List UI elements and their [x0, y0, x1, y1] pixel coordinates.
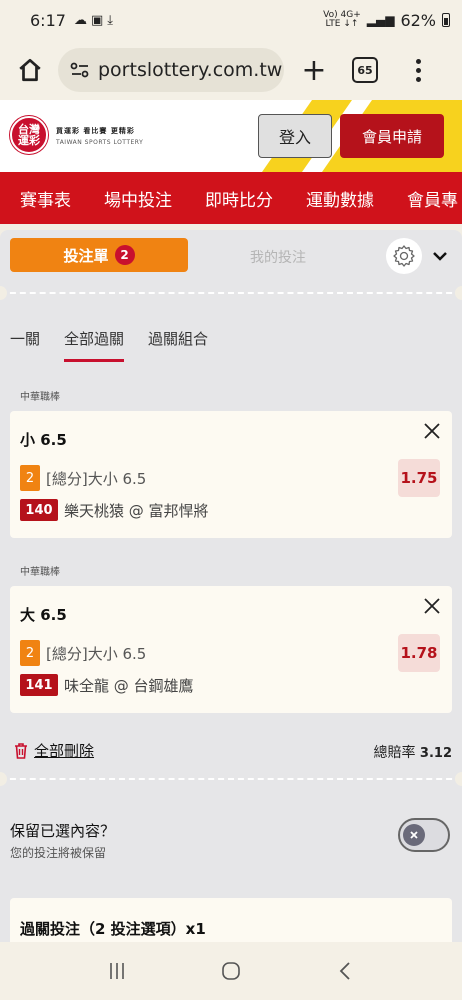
- tab-my-bets[interactable]: 我的投注: [250, 247, 306, 267]
- game-number: 140: [20, 499, 58, 521]
- selection-name: 大 6.5: [20, 606, 67, 624]
- logo-tagline: 買運彩 看比賽 更精彩 TAIWAN SPORTS LOTTERY: [56, 127, 144, 146]
- chevron-down-icon: [433, 252, 447, 261]
- battery-icon: [442, 13, 450, 27]
- divider: [0, 292, 462, 294]
- main-nav: 賽事表 場中投注 即時比分 運動數據 會員專: [0, 172, 462, 224]
- new-tab-button[interactable]: +: [296, 52, 332, 88]
- battery-level: 62%: [400, 10, 436, 30]
- tab-bet-slip[interactable]: 投注單 2: [10, 238, 188, 272]
- image-icon: ▣: [90, 12, 104, 28]
- home-nav-button[interactable]: [211, 951, 251, 991]
- game-teams: 樂天桃猿 @ 富邦悍將: [64, 501, 209, 520]
- parlay-title: 過關投注（2 投注選項）x1: [20, 920, 206, 938]
- bet-slip-header: 投注單 2 我的投注: [10, 238, 450, 274]
- site-logo[interactable]: 台灣 運彩: [10, 116, 48, 154]
- market-row: 2 [總分]大小 6.5: [20, 465, 146, 491]
- home-icon: [19, 58, 41, 82]
- divider-notch: [0, 286, 7, 300]
- plus-icon: +: [301, 52, 327, 88]
- back-icon: [339, 962, 350, 980]
- back-button[interactable]: [325, 951, 365, 991]
- close-icon: [424, 598, 440, 614]
- cloud-icon: ☁: [73, 12, 87, 28]
- remove-selection-button[interactable]: [422, 421, 442, 441]
- market-badge: 2: [20, 640, 40, 666]
- gear-icon: [393, 245, 415, 267]
- browser-menu-button[interactable]: [408, 58, 428, 82]
- tab-parlay-combo[interactable]: 過關組合: [148, 328, 208, 362]
- settings-button[interactable]: [386, 238, 422, 274]
- divider: [0, 778, 462, 780]
- tab-switcher-button[interactable]: 65: [352, 57, 378, 83]
- game-teams: 味全龍 @ 台鋼雄鷹: [64, 676, 194, 695]
- nav-item-schedule[interactable]: 賽事表: [0, 186, 85, 211]
- toggle-off-x-icon: [410, 831, 418, 839]
- parlay-bet-section: 過關投注（2 投注選項）x1: [10, 898, 452, 942]
- collapse-button[interactable]: [430, 246, 450, 266]
- more-vert-icon: [415, 58, 421, 64]
- divider-notch: [455, 772, 462, 786]
- league-label: 中華職棒: [20, 567, 60, 578]
- game-number: 141: [20, 674, 58, 696]
- keep-selections-subtitle: 您的投注將被保留: [10, 846, 107, 860]
- market-badge: 2: [20, 465, 40, 491]
- delete-all-button[interactable]: 全部刪除: [14, 740, 94, 761]
- bet-type-tabs: 一關 全部過關 過關組合: [10, 328, 208, 362]
- tab-single[interactable]: 一關: [10, 328, 40, 362]
- bet-selection-card: 大 6.5 2 [總分]大小 6.5 141 味全龍 @ 台鋼雄鷹 1.78: [10, 586, 452, 713]
- keep-selections-toggle[interactable]: [398, 818, 450, 852]
- nav-item-member[interactable]: 會員專: [388, 186, 462, 211]
- market-name: [總分]大小 6.5: [46, 644, 147, 663]
- divider-notch: [455, 286, 462, 300]
- trash-icon: [15, 742, 27, 759]
- nav-item-sports-data[interactable]: 運動數據: [287, 186, 388, 211]
- status-time: 6:17: [30, 10, 66, 30]
- nav-item-live-betting[interactable]: 場中投注: [85, 186, 186, 211]
- odds-value: 1.75: [398, 459, 440, 497]
- game-row: 140 樂天桃猿 @ 富邦悍將: [20, 499, 209, 521]
- game-row: 141 味全龍 @ 台鋼雄鷹: [20, 674, 194, 696]
- recents-icon: [110, 963, 124, 979]
- selection-name: 小 6.5: [20, 431, 67, 449]
- tab-all-parlay[interactable]: 全部過關: [64, 328, 125, 362]
- login-button[interactable]: 登入: [258, 114, 332, 158]
- url-text: portslottery.com.tw: [98, 59, 283, 81]
- market-name: [總分]大小 6.5: [46, 469, 147, 488]
- odds-value: 1.78: [398, 634, 440, 672]
- keep-selections-title: 保留已選內容？: [10, 822, 116, 840]
- bet-selection-card: 小 6.5 2 [總分]大小 6.5 140 樂天桃猿 @ 富邦悍將 1.75: [10, 411, 452, 538]
- register-button[interactable]: 會員申請: [340, 114, 444, 158]
- browser-toolbar: portslottery.com.tw + 65: [0, 40, 462, 100]
- system-nav-bar: [0, 942, 462, 1000]
- divider-notch: [0, 772, 7, 786]
- status-bar: 6:17 ☁ ▣ ⤓ Vo) 4G+ LTE ↓↑ ▂▄▆ 62%: [0, 0, 462, 40]
- address-bar[interactable]: portslottery.com.tw: [58, 48, 284, 92]
- site-header: 台灣 運彩 買運彩 看比賽 更精彩 TAIWAN SPORTS LOTTERY 登…: [0, 100, 462, 172]
- close-icon: [424, 423, 440, 439]
- home-button[interactable]: [12, 52, 48, 88]
- league-label: 中華職棒: [20, 392, 60, 403]
- tab-count: 65: [357, 63, 373, 77]
- signal-icon: ▂▄▆: [366, 13, 395, 27]
- total-odds: 總賠率 3.12: [373, 745, 452, 761]
- total-odds-value: 3.12: [419, 746, 452, 761]
- site-settings-icon: [70, 62, 89, 78]
- network-indicator: Vo) 4G+ LTE ↓↑: [323, 10, 361, 29]
- bet-slip-panel: 投注單 2 我的投注 一關 全部過關 過關組合 中華職棒 小 6.5 2 [總分…: [0, 230, 462, 942]
- recents-button[interactable]: [97, 951, 137, 991]
- slip-count-badge: 2: [114, 245, 135, 265]
- nav-item-live-scores[interactable]: 即時比分: [186, 186, 287, 211]
- download-icon: ⤓: [107, 12, 113, 28]
- market-row: 2 [總分]大小 6.5: [20, 640, 146, 666]
- home-circle-icon: [222, 962, 240, 980]
- remove-selection-button[interactable]: [422, 596, 442, 616]
